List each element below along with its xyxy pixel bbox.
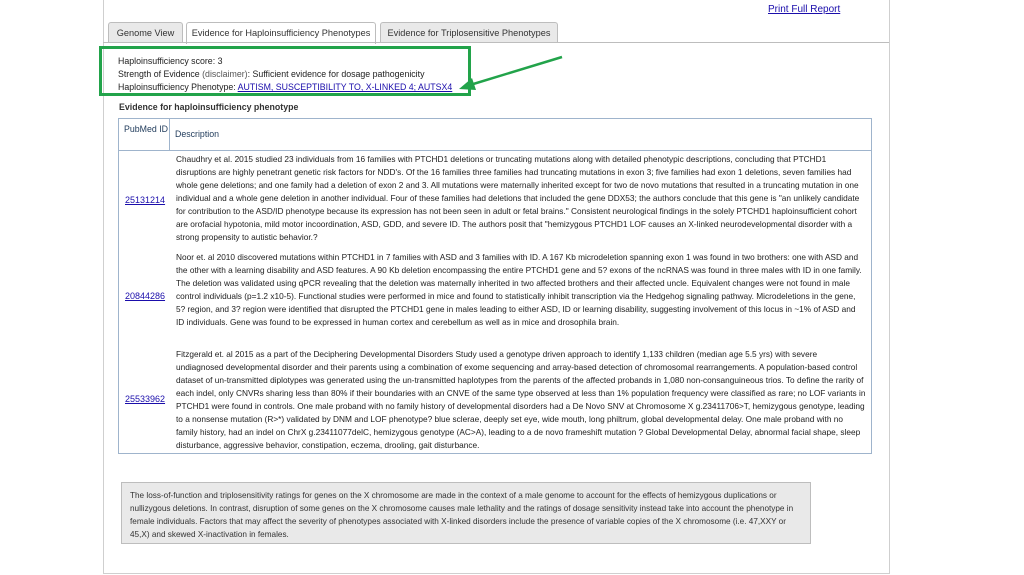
strength-label: Strength of Evidence [118,69,200,79]
summary-highlight-box: Haploinsufficiency score: 3 Strength of … [99,46,471,96]
row-description: Noor et. al 2010 discovered mutations wi… [176,252,862,327]
tab-haploinsufficiency[interactable]: Evidence for Haploinsufficiency Phenotyp… [186,22,376,44]
pubmed-link[interactable]: 25131214 [125,195,165,205]
table-row: 25533962 Fitzgerald et. al 2015 as a par… [119,348,871,452]
column-header-pubmed-id: PubMed ID [124,124,169,134]
score-value: 3 [217,56,223,66]
row-description: Fitzgerald et. al 2015 as a part of the … [176,349,866,450]
strength-value: Sufficient evidence for dosage pathogeni… [252,69,425,79]
pubmed-link[interactable]: 25533962 [125,394,165,404]
evidence-heading: Evidence for haploinsufficiency phenotyp… [119,102,299,112]
phenotype-label: Haploinsufficiency Phenotype: [118,82,236,92]
phenotype-line: Haploinsufficiency Phenotype: AUTISM, SU… [118,81,468,94]
column-header-description: Description [175,129,220,139]
row-description: Chaudhry et al. 2015 studied 23 individu… [176,154,860,242]
table-header: PubMed ID Description [119,119,871,151]
disclaimer-link[interactable]: (disclaimer) [202,69,247,79]
tab-genome-view[interactable]: Genome View [108,22,183,42]
strength-of-evidence-line: Strength of Evidence (disclaimer): Suffi… [118,69,425,79]
table-row: 25131214 Chaudhry et al. 2015 studied 23… [119,153,871,249]
haploinsufficiency-score-line: Haploinsufficiency score: 3 [118,55,468,68]
table-row: 20844286 Noor et. al 2010 discovered mut… [119,251,871,345]
column-divider [169,119,170,150]
arrow-annotation-icon [459,55,563,90]
pubmed-link[interactable]: 20844286 [125,291,165,301]
evidence-table: PubMed ID Description 25131214 Chaudhry … [118,118,872,454]
tab-triplosensitive[interactable]: Evidence for Triplosensitive Phenotypes [380,22,558,42]
tab-divider [103,42,889,43]
print-full-report-link[interactable]: Print Full Report [768,4,840,15]
score-label: Haploinsufficiency score: [118,56,216,66]
x-chromosome-note: The loss-of-function and triplosensitivi… [121,482,811,544]
phenotype-link[interactable]: AUTISM, SUSCEPTIBILITY TO, X-LINKED 4; A… [238,82,453,92]
